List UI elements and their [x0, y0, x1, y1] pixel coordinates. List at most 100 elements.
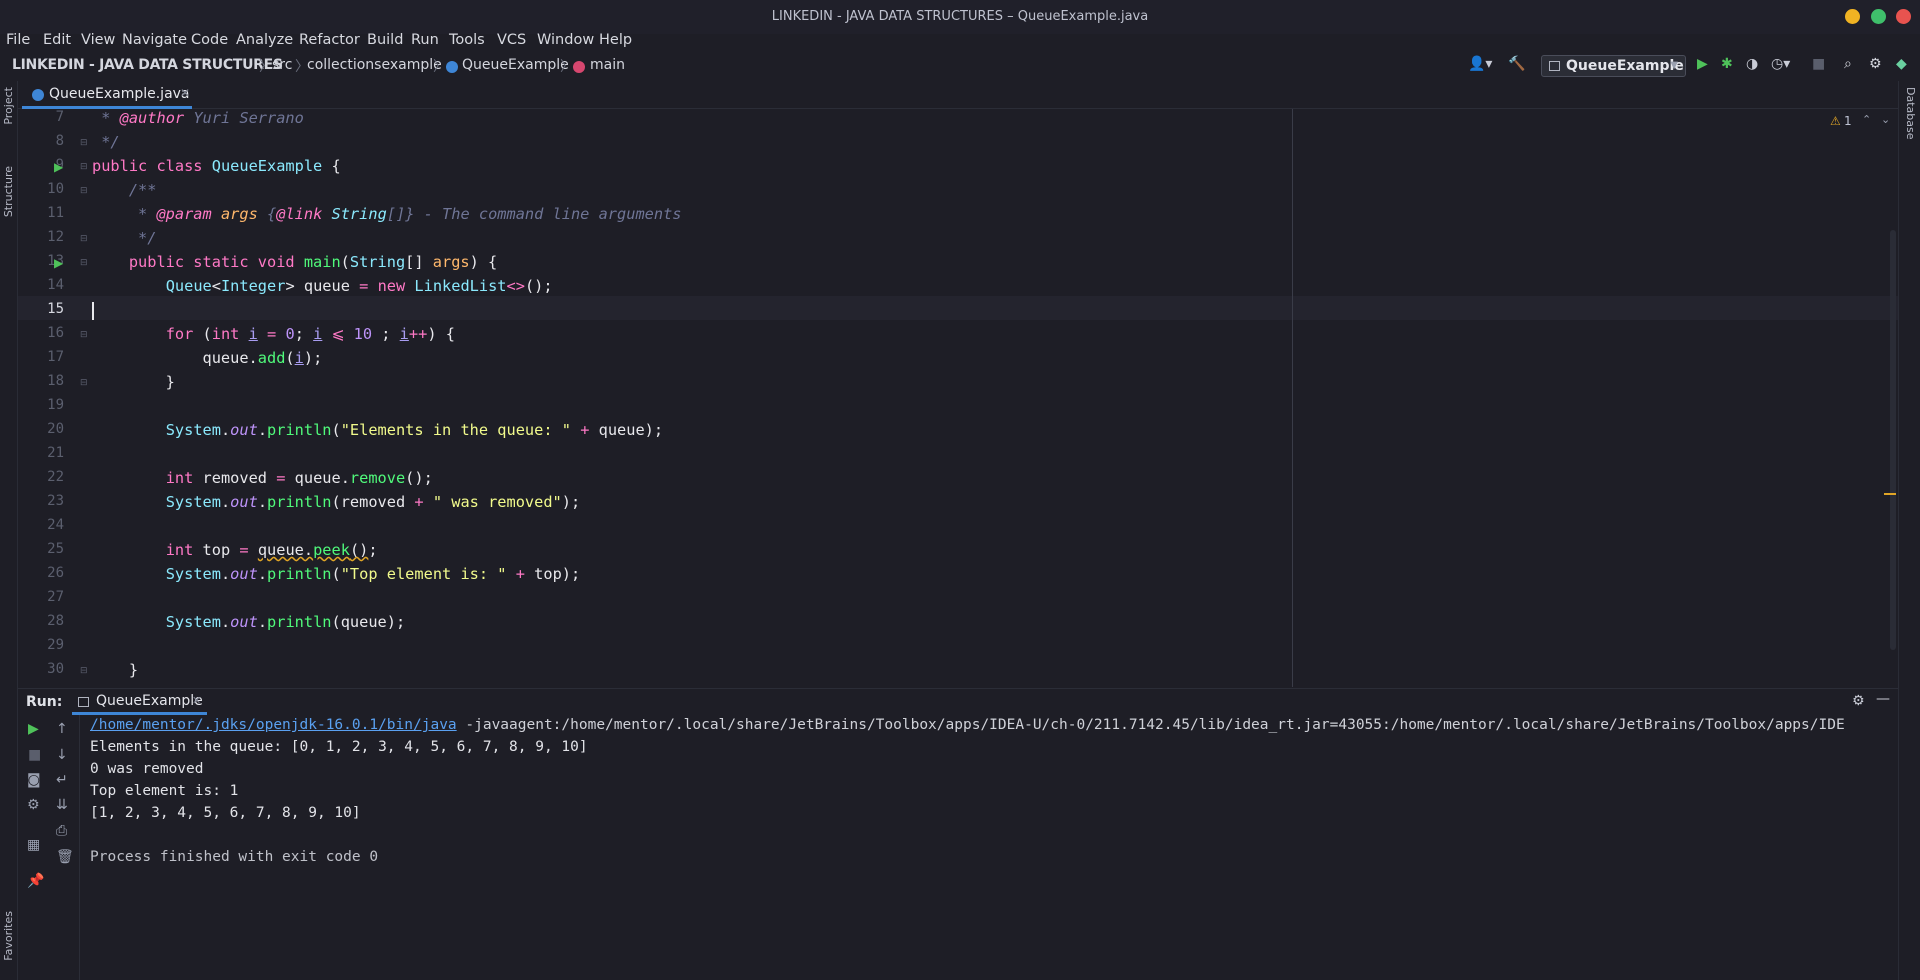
text-cursor [92, 301, 94, 320]
code-line: int removed = queue.remove(); [165, 469, 433, 487]
print-icon[interactable]: ⎙ [56, 823, 67, 839]
rerun-icon[interactable]: ▶ [28, 721, 39, 737]
menu-window[interactable]: Window [537, 32, 594, 48]
crumb-method[interactable]: main [590, 57, 625, 73]
run-config-icon [1549, 61, 1560, 71]
chevron-right-icon: 〉 [560, 59, 574, 75]
class-icon [446, 61, 458, 73]
debug-icon[interactable]: ✱ [1721, 56, 1733, 72]
profile-icon[interactable]: ◷▾ [1771, 56, 1790, 72]
gear-icon[interactable]: ⚙ [1852, 693, 1865, 709]
code-line: System.out.println(queue); [165, 613, 406, 631]
chevron-right-icon: 〉 [259, 59, 273, 75]
fold-icon[interactable]: ⊟ [80, 162, 88, 172]
run-gutter-icon[interactable]: ▶ [54, 160, 63, 174]
line-number: 20 [47, 421, 64, 437]
code-editor[interactable]: * @author Yuri Serrano */ public class Q… [90, 109, 1898, 687]
build-hammer-icon[interactable]: 🔨 [1508, 56, 1525, 72]
fold-icon[interactable]: ⊟ [80, 330, 88, 340]
code-line: int top = queue.peek(); [165, 541, 378, 559]
menu-tools[interactable]: Tools [449, 32, 485, 48]
code-line: for (int i = 0; i ⩽ 10 ; i++) { [165, 325, 455, 343]
fold-icon[interactable]: ⊟ [80, 186, 88, 196]
console-line: Process finished with exit code 0 [90, 849, 379, 865]
line-number: 27 [47, 589, 64, 605]
line-number: 15 [47, 301, 64, 317]
crumb-class[interactable]: QueueExample [462, 57, 569, 73]
scroll-to-end-icon[interactable]: ⇊ [56, 797, 68, 813]
run-config-select[interactable]: QueueExample ▼ [1541, 55, 1686, 77]
menu-help[interactable]: Help [599, 32, 632, 48]
menu-refactor[interactable]: Refactor [299, 32, 360, 48]
run-icon[interactable]: ▶ [1697, 56, 1708, 72]
close-button[interactable] [1896, 9, 1911, 24]
trash-icon[interactable]: 🗑 [56, 849, 74, 865]
layout-icon[interactable]: ▦ [27, 837, 40, 853]
crumb-package[interactable]: collectionsexample [307, 57, 442, 73]
code-line: */ [92, 229, 157, 247]
menu-edit[interactable]: Edit [43, 32, 71, 48]
menu-code[interactable]: Code [191, 32, 228, 48]
editor-tab-bar: QueueExample.java ✕ [18, 81, 1898, 109]
console-output[interactable]: /home/mentor/.jdks/openjdk-16.0.1/bin/ja… [90, 715, 1898, 980]
line-number: 29 [47, 637, 64, 653]
database-tool-button[interactable]: Database [1904, 87, 1917, 140]
arrow-down-icon[interactable]: ↓ [56, 747, 68, 763]
menu-file[interactable]: File [6, 32, 30, 48]
java-class-icon [32, 89, 44, 101]
crumb-src[interactable]: src [272, 57, 292, 73]
close-icon[interactable]: ✕ [192, 694, 201, 707]
menu-analyze[interactable]: Analyze [236, 32, 293, 48]
java-path-link[interactable]: /home/mentor/.jdks/openjdk-16.0.1/bin/ja… [90, 717, 457, 733]
structure-tool-button[interactable]: Structure [2, 166, 15, 217]
minimize-button[interactable] [1845, 9, 1860, 24]
tab-run-queueexample[interactable]: QueueExample ✕ [72, 689, 207, 715]
menu-run[interactable]: Run [411, 32, 439, 48]
close-icon[interactable]: ✕ [180, 86, 190, 100]
code-line: /** [128, 181, 157, 199]
pin-icon[interactable]: 📌 [27, 873, 44, 889]
crumb-project[interactable]: LINKEDIN - JAVA DATA STRUCTURES [12, 57, 283, 73]
soft-wrap-icon[interactable]: ↵ [56, 772, 68, 788]
run-tab-label: QueueExample [96, 693, 203, 709]
toolbox-icon[interactable]: ◆ [1896, 56, 1907, 72]
user-icon[interactable]: 👤▾ [1468, 56, 1492, 72]
chevron-right-icon: 〉 [433, 59, 447, 75]
maximize-button[interactable] [1871, 9, 1886, 24]
menu-vcs[interactable]: VCS [497, 32, 526, 48]
fold-icon[interactable]: ⊟ [80, 666, 88, 676]
line-number: 25 [47, 541, 64, 557]
console-line: Top element is: 1 [90, 783, 239, 799]
tab-queueexample[interactable]: QueueExample.java ✕ [22, 81, 192, 109]
fold-icon[interactable]: ⊟ [80, 234, 88, 244]
fold-icon[interactable]: ⊟ [80, 378, 88, 388]
stop-icon[interactable]: ■ [1812, 56, 1825, 72]
stop-icon[interactable]: ■ [28, 747, 41, 763]
line-number: 28 [47, 613, 64, 629]
line-number: 16 [47, 325, 64, 341]
line-number: 10 [47, 181, 64, 197]
settings-icon[interactable]: ⚙ [27, 797, 40, 813]
code-line: System.out.println("Top element is: " + … [165, 565, 581, 583]
menu-navigate[interactable]: Navigate [122, 32, 187, 48]
code-line: * @param args {@link String[]} - The com… [92, 205, 682, 223]
search-icon[interactable]: ⌕ [1844, 56, 1852, 72]
line-number: 12 [47, 229, 64, 245]
run-gutter-icon[interactable]: ▶ [54, 256, 63, 270]
code-line: * @author Yuri Serrano [92, 109, 304, 127]
coverage-icon[interactable]: ◑ [1746, 56, 1758, 72]
favorites-tool-button[interactable]: Favorites [2, 911, 15, 961]
menu-bar: File Edit View Navigate Code Analyze Ref… [0, 30, 1200, 52]
arrow-up-icon[interactable]: ↑ [56, 721, 68, 737]
minimize-icon[interactable]: — [1876, 691, 1890, 707]
window-title: LINKEDIN - JAVA DATA STRUCTURES – QueueE… [771, 9, 1149, 24]
fold-icon[interactable]: ⊟ [80, 258, 88, 268]
menu-view[interactable]: View [81, 32, 115, 48]
run-config-icon [78, 697, 89, 707]
code-line [92, 301, 94, 325]
gear-icon[interactable]: ⚙ [1869, 56, 1882, 72]
fold-icon[interactable]: ⊟ [80, 138, 88, 148]
menu-build[interactable]: Build [367, 32, 403, 48]
project-tool-button[interactable]: Project [2, 87, 15, 125]
camera-icon[interactable]: ◙ [27, 772, 41, 788]
